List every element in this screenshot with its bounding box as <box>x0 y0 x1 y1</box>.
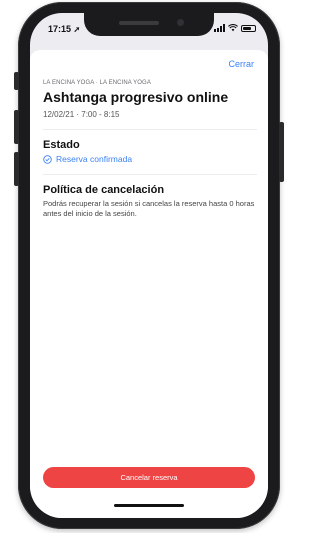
speaker <box>119 21 159 25</box>
policy-text: Podrás recuperar la sesión si cancelas l… <box>43 199 255 218</box>
booking-content: LA ENCINA YOGA · LA ENCINA YOGA Ashtanga… <box>43 80 257 219</box>
status-time: 17:15 ➚ <box>48 24 80 34</box>
wifi-icon <box>228 24 238 32</box>
booking-sheet: Cerrar LA ENCINA YOGA · LA ENCINA YOGA A… <box>30 50 268 518</box>
volume-up-button <box>14 110 19 144</box>
mute-switch <box>14 72 19 90</box>
studio-kicker: LA ENCINA YOGA · LA ENCINA YOGA <box>43 80 151 86</box>
page-title: Ashtanga progresivo online <box>43 89 229 105</box>
session-datetime: 12/02/21 · 7:00 - 8:15 <box>43 110 120 119</box>
camera <box>177 19 184 26</box>
status-row: Reserva confirmada <box>43 154 257 164</box>
stage: 17:15 ➚ Cerrar LA ENCINA YOGA · LA ENCIN… <box>0 0 300 533</box>
check-circle-icon <box>43 154 52 164</box>
policy-heading: Política de cancelación <box>43 184 165 196</box>
cancel-booking-button[interactable]: Cancelar reserva <box>43 467 255 488</box>
divider <box>43 174 257 175</box>
estado-heading: Estado <box>43 139 80 151</box>
signal-icon <box>214 24 225 32</box>
status-icons <box>214 24 256 32</box>
battery-icon <box>241 24 256 32</box>
home-indicator <box>114 504 184 507</box>
status-badge: Reserva confirmada <box>56 154 133 164</box>
volume-down-button <box>14 152 19 186</box>
power-button <box>279 122 284 182</box>
close-button[interactable]: Cerrar <box>228 59 254 69</box>
divider <box>43 129 257 130</box>
status-time-value: 17:15 <box>48 24 72 34</box>
location-arrow-icon: ➚ <box>73 25 81 34</box>
